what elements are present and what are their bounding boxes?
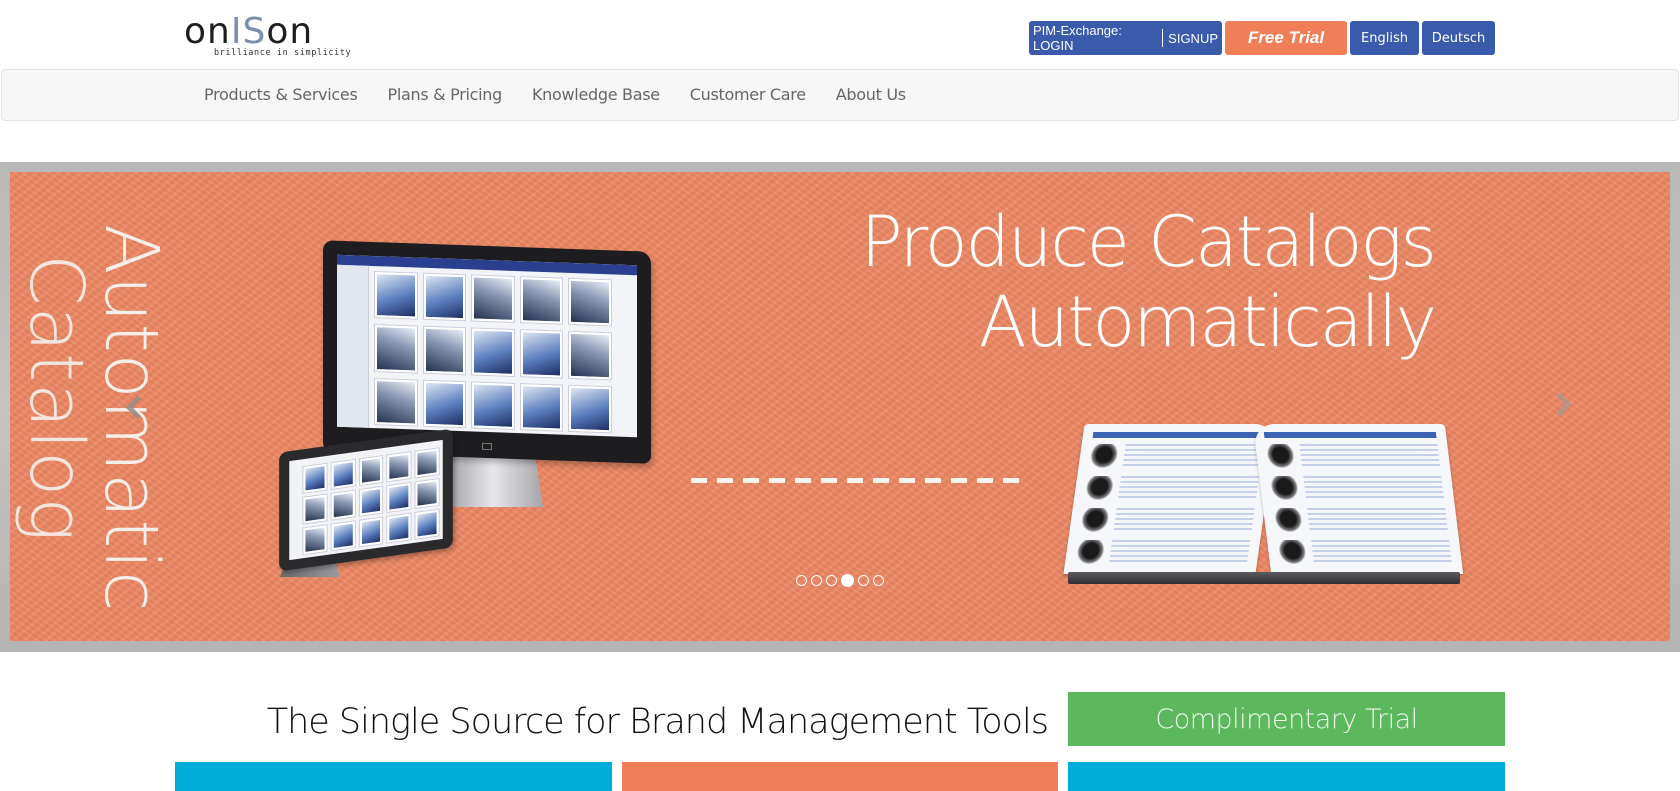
monitor-stand-graphic — [443, 455, 543, 507]
pim-login-link[interactable]: PIM-Exchange: LOGIN — [1033, 23, 1157, 53]
nav-customer-care[interactable]: Customer Care — [675, 70, 821, 120]
headline-line-1: Produce Catalogs — [860, 201, 1437, 283]
complimentary-trial-button[interactable]: Complimentary Trial — [1068, 692, 1505, 746]
chevron-right-icon[interactable] — [1547, 387, 1577, 417]
nav-products-services[interactable]: Products & Services — [189, 70, 373, 120]
feature-tile-1[interactable] — [175, 762, 612, 791]
hero-carousel: Automatic Catalog Produce Catalogs Autom… — [0, 162, 1680, 652]
catalog-book-illustration — [1063, 414, 1464, 584]
pim-signup-link[interactable]: SIGNUP — [1168, 31, 1218, 46]
carousel-dot-5[interactable] — [858, 575, 869, 586]
section-tagline: The Single Source for Brand Management T… — [266, 702, 1049, 742]
logo-tagline: brilliance in simplicity — [214, 48, 352, 58]
nav-list: Products & Services Plans & Pricing Know… — [189, 70, 921, 120]
logo-wordmark: onISon — [184, 11, 314, 52]
chevron-left-icon[interactable] — [118, 390, 148, 420]
monitor-illustration — [323, 240, 651, 464]
language-english-button[interactable]: English — [1350, 21, 1419, 55]
logo[interactable]: onISon brilliance in simplicity — [184, 12, 351, 60]
pim-exchange-button: PIM-Exchange: LOGIN SIGNUP — [1029, 21, 1222, 55]
carousel-dot-1[interactable] — [796, 575, 807, 586]
feature-tile-2[interactable] — [622, 762, 1058, 791]
carousel-dot-6[interactable] — [873, 575, 884, 586]
main-navbar: Products & Services Plans & Pricing Know… — [1, 69, 1679, 121]
carousel-indicators — [796, 574, 884, 587]
carousel-slide[interactable]: Automatic Catalog Produce Catalogs Autom… — [10, 172, 1670, 641]
tablet-illustration — [279, 428, 453, 572]
vertical-text-catalog: Catalog — [13, 254, 99, 543]
nav-knowledge-base[interactable]: Knowledge Base — [517, 70, 675, 120]
carousel-dot-2[interactable] — [811, 575, 822, 586]
banner-headline: Produce Catalogs Automatically — [860, 201, 1437, 363]
language-deutsch-button[interactable]: Deutsch — [1422, 21, 1495, 55]
free-trial-button[interactable]: Free Trial — [1225, 21, 1347, 55]
nav-plans-pricing[interactable]: Plans & Pricing — [373, 70, 517, 120]
feature-tile-3[interactable] — [1068, 762, 1505, 791]
headline-line-2: Automatically — [978, 281, 1437, 363]
nav-about-us[interactable]: About Us — [821, 70, 921, 120]
carousel-dot-4-active[interactable] — [841, 574, 854, 587]
carousel-dot-3[interactable] — [826, 575, 837, 586]
monitor-screen — [337, 254, 637, 438]
dashed-connector — [691, 478, 1023, 483]
separator — [1162, 29, 1164, 47]
header-actions: PIM-Exchange: LOGIN SIGNUP Free Trial En… — [1029, 21, 1495, 55]
